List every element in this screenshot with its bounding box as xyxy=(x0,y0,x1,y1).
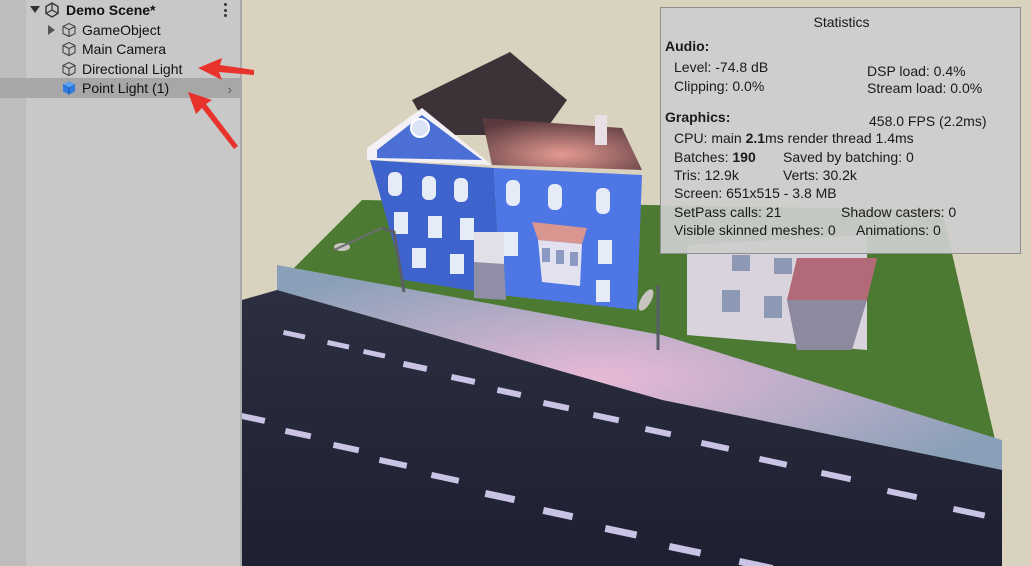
statistics-panel: Statistics Audio: Level: -74.8 dB DSP lo… xyxy=(660,7,1021,254)
hierarchy-item-directional-light[interactable]: Directional Light xyxy=(0,59,240,79)
scene-name: Demo Scene* xyxy=(66,2,156,18)
fps-readout: 458.0 FPS (2.2ms) xyxy=(869,113,987,129)
chevron-right-icon[interactable]: › xyxy=(228,82,232,97)
animations-count: Animations: 0 xyxy=(856,222,941,238)
scene-row[interactable]: Demo Scene* xyxy=(0,0,240,20)
cube-outline-icon xyxy=(62,41,76,57)
stream-load: Stream load: 0.0% xyxy=(867,80,983,96)
hierarchy-item-main-camera[interactable]: Main Camera xyxy=(0,39,240,59)
unity-scene-icon xyxy=(45,2,59,18)
setpass-calls: SetPass calls: 21 xyxy=(674,204,782,220)
dsp-load: DSP load: 0.4% xyxy=(867,63,966,79)
hierarchy-item-label: Main Camera xyxy=(82,41,167,57)
foldout-collapsed-icon[interactable] xyxy=(48,25,55,35)
hierarchy-item-label: Point Light (1) xyxy=(82,80,170,96)
batches: Batches: 190 xyxy=(674,149,756,165)
hierarchy-item-gameobject[interactable]: GameObject xyxy=(0,20,240,40)
hierarchy-item-label: GameObject xyxy=(82,22,161,38)
graphics-header: Graphics: xyxy=(665,109,731,125)
cpu-timing: CPU: main 2.1ms render thread 1.4ms xyxy=(674,130,914,146)
hierarchy-item-point-light[interactable]: Point Light (1) › xyxy=(0,78,240,98)
statistics-title: Statistics xyxy=(813,14,870,30)
more-options-icon[interactable] xyxy=(224,3,228,17)
audio-level: Level: -74.8 dB xyxy=(674,59,769,75)
tris-count: Tris: 12.9k xyxy=(674,167,739,183)
verts-count: Verts: 30.2k xyxy=(783,167,857,183)
scene-view[interactable]: Statistics Audio: Level: -74.8 dB DSP lo… xyxy=(242,0,1031,566)
foldout-expanded-icon[interactable] xyxy=(30,6,40,13)
shadow-casters: Shadow casters: 0 xyxy=(841,204,957,220)
screen-info: Screen: 651x515 - 3.8 MB xyxy=(674,185,837,201)
hierarchy-item-label: Directional Light xyxy=(82,61,183,77)
cube-outline-icon xyxy=(62,22,76,38)
cube-outline-icon xyxy=(62,61,76,77)
audio-header: Audio: xyxy=(665,38,710,54)
visible-skinned-meshes: Visible skinned meshes: 0 xyxy=(674,222,836,238)
cube-blue-icon xyxy=(62,81,76,95)
saved-by-batching: Saved by batching: 0 xyxy=(783,149,914,165)
hierarchy-panel: Demo Scene* GameObject Main Camera Direc… xyxy=(0,0,242,566)
audio-clipping: Clipping: 0.0% xyxy=(674,78,765,94)
